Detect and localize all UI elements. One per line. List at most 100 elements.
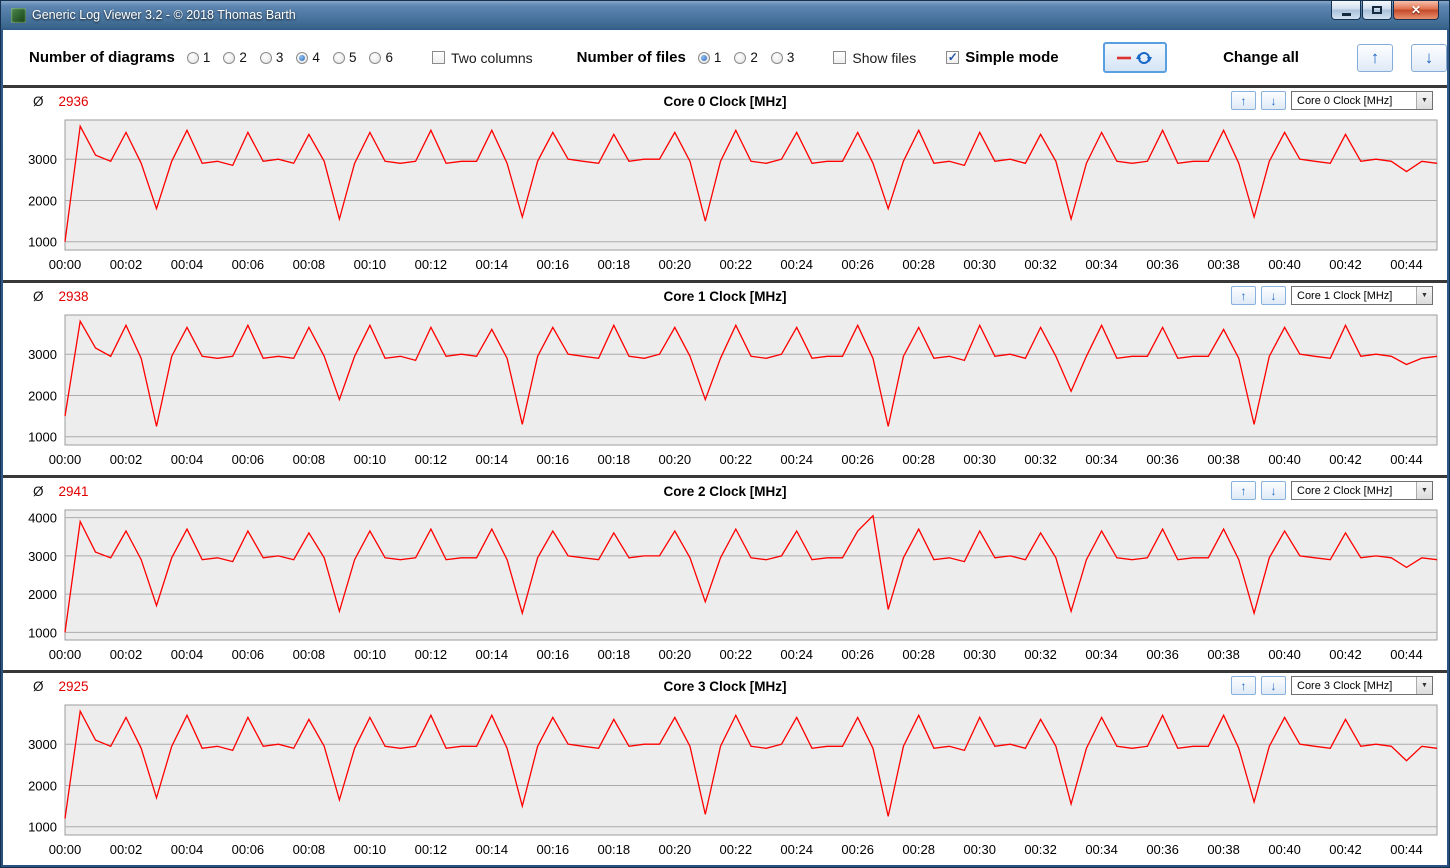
chart-move-down-button[interactable]: ↓ xyxy=(1261,676,1286,695)
svg-text:00:36: 00:36 xyxy=(1146,257,1179,272)
files-radio-2[interactable]: 2 xyxy=(734,50,758,65)
minimize-icon xyxy=(1341,13,1351,16)
two-columns-checkbox[interactable]: ✓ Two columns xyxy=(431,49,533,66)
svg-text:3000: 3000 xyxy=(28,549,57,564)
chart-plot[interactable]: 1000 2000 3000 00:00 00:02 00:04 00:06 00:08 00:… xyxy=(3,309,1447,475)
svg-text:3000: 3000 xyxy=(28,152,57,167)
maximize-button[interactable] xyxy=(1362,1,1392,20)
arrow-down-icon: ↓ xyxy=(1270,93,1277,108)
chart-move-up-button[interactable]: ↑ xyxy=(1231,286,1256,305)
svg-text:00:12: 00:12 xyxy=(415,647,448,662)
simple-mode-checkbox[interactable]: ✓ Simple mode xyxy=(946,49,1059,66)
svg-text:00:02: 00:02 xyxy=(110,842,143,857)
svg-text:00:22: 00:22 xyxy=(720,257,753,272)
svg-text:00:26: 00:26 xyxy=(841,257,874,272)
charts-area: Ø 2936 Core 0 Clock [MHz] ↑ ↓ Core 0 Clo… xyxy=(3,88,1447,865)
svg-text:00:30: 00:30 xyxy=(963,452,996,467)
series-dropdown[interactable]: Core 1 Clock [MHz] ▼ xyxy=(1291,286,1433,305)
average-block: Ø 2938 xyxy=(33,289,89,304)
diagrams-radio-2[interactable]: 2 xyxy=(223,50,247,65)
radio-label: 3 xyxy=(786,50,795,65)
diagrams-radio-3[interactable]: 3 xyxy=(259,50,283,65)
dropdown-arrow-icon: ▼ xyxy=(1416,92,1432,109)
svg-text:00:22: 00:22 xyxy=(720,842,753,857)
svg-text:00:18: 00:18 xyxy=(598,257,631,272)
svg-text:00:06: 00:06 xyxy=(232,647,265,662)
radio-icon xyxy=(259,51,272,64)
diagrams-radio-6[interactable]: 6 xyxy=(369,50,393,65)
svg-text:00:22: 00:22 xyxy=(720,647,753,662)
redraw-button[interactable] xyxy=(1102,42,1168,73)
svg-text:00:26: 00:26 xyxy=(841,452,874,467)
svg-text:00:40: 00:40 xyxy=(1268,842,1301,857)
series-dropdown[interactable]: Core 0 Clock [MHz] ▼ xyxy=(1291,91,1433,110)
average-value: 2938 xyxy=(58,288,89,304)
svg-text:00:08: 00:08 xyxy=(293,647,326,662)
checkbox-icon: ✓ xyxy=(431,51,445,64)
svg-text:2000: 2000 xyxy=(28,779,57,794)
chart-panel-core3: Ø 2925 Core 3 Clock [MHz] ↑ ↓ Core 3 Clo… xyxy=(3,670,1447,865)
number-of-files-label: Number of files xyxy=(576,49,686,66)
chart-move-down-button[interactable]: ↓ xyxy=(1261,286,1286,305)
radio-label: 2 xyxy=(239,50,247,65)
files-radio-3[interactable]: 3 xyxy=(770,50,795,65)
chart-move-down-button[interactable]: ↓ xyxy=(1261,481,1286,500)
svg-text:00:00: 00:00 xyxy=(49,842,82,857)
diagram-count-group: 1 2 3 4 5 6 xyxy=(186,50,406,65)
chart-move-up-button[interactable]: ↑ xyxy=(1231,481,1256,500)
svg-text:00:36: 00:36 xyxy=(1146,842,1179,857)
series-dropdown[interactable]: Core 3 Clock [MHz] ▼ xyxy=(1291,676,1433,695)
svg-text:00:06: 00:06 xyxy=(232,257,265,272)
chart-header: Ø 2938 Core 1 Clock [MHz] ↑ ↓ Core 1 Clo… xyxy=(3,283,1447,309)
window-content: Number of diagrams 1 2 3 4 5 6 ✓ Two col… xyxy=(3,30,1447,865)
chart-move-up-button[interactable]: ↑ xyxy=(1231,676,1256,695)
svg-text:3000: 3000 xyxy=(28,737,57,752)
minimize-button[interactable] xyxy=(1331,1,1361,20)
series-dropdown-value: Core 1 Clock [MHz] xyxy=(1297,289,1393,302)
svg-text:00:12: 00:12 xyxy=(415,257,448,272)
chart-plot[interactable]: 1000 2000 3000 00:00 00:02 00:04 00:06 00:08 00:… xyxy=(3,699,1447,865)
svg-text:00:32: 00:32 xyxy=(1024,452,1057,467)
maximize-icon xyxy=(1372,6,1382,14)
average-symbol: Ø xyxy=(33,93,44,109)
svg-text:00:06: 00:06 xyxy=(232,452,265,467)
svg-text:00:14: 00:14 xyxy=(476,647,509,662)
svg-text:00:14: 00:14 xyxy=(476,452,509,467)
average-symbol: Ø xyxy=(33,483,44,499)
title-bar[interactable]: Generic Log Viewer 3.2 - © 2018 Thomas B… xyxy=(3,0,1447,30)
chart-move-up-button[interactable]: ↑ xyxy=(1231,91,1256,110)
chart-plot[interactable]: 1000 2000 3000 00:00 00:02 00:04 00:06 00:08 00:… xyxy=(3,114,1447,280)
diagrams-radio-4[interactable]: 4 xyxy=(296,50,320,65)
svg-text:00:28: 00:28 xyxy=(902,452,935,467)
svg-text:00:20: 00:20 xyxy=(659,257,692,272)
arrow-down-icon: ↓ xyxy=(1270,288,1277,303)
two-columns-label: Two columns xyxy=(450,49,533,66)
arrow-down-icon: ↓ xyxy=(1270,678,1277,693)
move-all-down-button[interactable]: ↓ xyxy=(1410,43,1447,72)
average-value: 2936 xyxy=(58,93,89,109)
svg-text:1000: 1000 xyxy=(28,430,57,445)
svg-text:00:30: 00:30 xyxy=(963,647,996,662)
svg-text:00:44: 00:44 xyxy=(1390,452,1423,467)
chart-move-down-button[interactable]: ↓ xyxy=(1261,91,1286,110)
files-radio-1[interactable]: 1 xyxy=(697,50,722,65)
radio-label: 1 xyxy=(713,50,722,65)
app-window: Generic Log Viewer 3.2 - © 2018 Thomas B… xyxy=(0,0,1450,868)
svg-text:00:30: 00:30 xyxy=(963,842,996,857)
show-files-checkbox[interactable]: ✓ Show files xyxy=(833,50,916,66)
series-dropdown[interactable]: Core 2 Clock [MHz] ▼ xyxy=(1291,481,1433,500)
chart-controls: ↑ ↓ Core 2 Clock [MHz] ▼ xyxy=(1231,481,1433,500)
svg-text:00:14: 00:14 xyxy=(476,842,509,857)
close-button[interactable]: ✕ xyxy=(1393,1,1439,20)
svg-text:00:16: 00:16 xyxy=(537,452,570,467)
diagrams-radio-5[interactable]: 5 xyxy=(332,50,356,65)
svg-text:00:42: 00:42 xyxy=(1329,452,1362,467)
svg-text:00:16: 00:16 xyxy=(537,257,570,272)
diagrams-radio-1[interactable]: 1 xyxy=(186,50,210,65)
arrow-up-icon: ↑ xyxy=(1240,93,1247,108)
radio-icon xyxy=(770,51,783,64)
radio-label: 6 xyxy=(385,50,393,65)
svg-text:00:28: 00:28 xyxy=(902,647,935,662)
chart-plot[interactable]: 1000 2000 3000 4000 00:00 00:02 00:04 00:06 00:0… xyxy=(3,504,1447,670)
move-all-up-button[interactable]: ↑ xyxy=(1356,43,1393,72)
